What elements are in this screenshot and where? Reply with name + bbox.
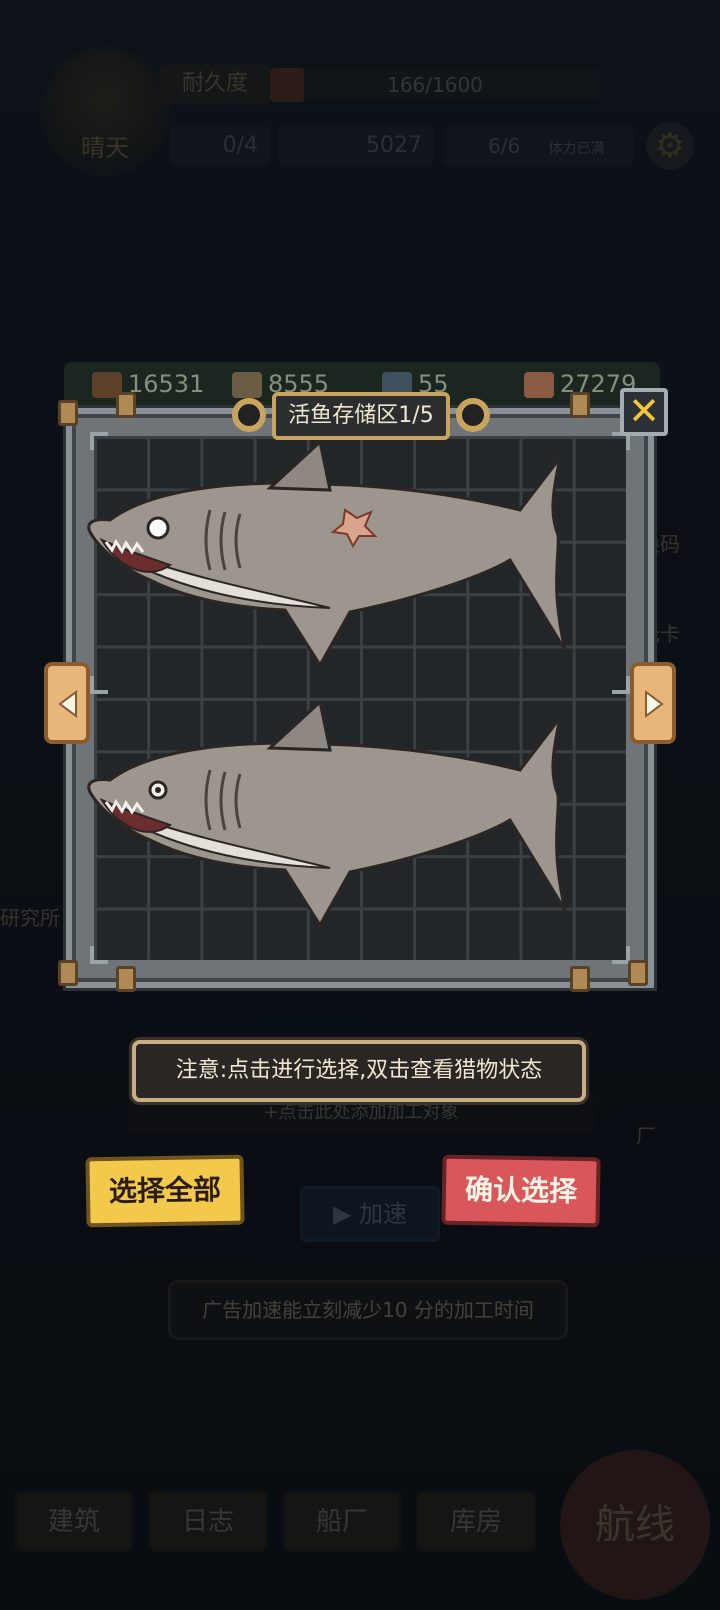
- durability-label: 耐久度: [160, 64, 270, 104]
- hammer-count: 0/4: [222, 133, 258, 158]
- wood-resource: 16531: [92, 362, 204, 406]
- storage-title: 活鱼存储区1/5: [272, 392, 450, 440]
- chevron-left-icon: [58, 690, 77, 718]
- close-button[interactable]: ✕: [620, 388, 668, 436]
- shark-1[interactable]: [80, 440, 580, 676]
- next-page-button[interactable]: [630, 662, 676, 744]
- title-ring-right: [456, 398, 490, 432]
- frame-corner: [90, 676, 108, 694]
- wood-count: 16531: [128, 370, 205, 398]
- frame-corner: [612, 676, 630, 694]
- nav-warehouse[interactable]: 库房: [416, 1490, 536, 1552]
- meat-icon: [524, 372, 554, 398]
- speed-up-label: 加速: [359, 1200, 408, 1228]
- food-icon: [232, 372, 262, 398]
- ad-speed-hint: 广告加速能立刻减少10 分的加工时间: [168, 1280, 568, 1340]
- durability-bar: 166/1600: [270, 68, 600, 102]
- shark-2[interactable]: [80, 700, 580, 936]
- selection-notice: 注意:点击进行选择,双击查看猎物状态: [132, 1040, 586, 1102]
- select-all-button[interactable]: 选择全部: [85, 1154, 245, 1228]
- frame-bolt: [116, 966, 136, 992]
- frame-bolt: [116, 392, 136, 418]
- frame-bolt: [58, 960, 78, 986]
- weather-label: 晴天: [81, 134, 129, 162]
- coin-counter: 5027: [278, 126, 434, 166]
- factory-label: 厂: [636, 1124, 656, 1148]
- frame-bolt: [58, 400, 78, 426]
- energy-count: 6/6: [488, 134, 521, 158]
- bottom-nav: 建筑 日志 船厂 库房 航线: [0, 1450, 720, 1610]
- hammer-counter: 0/4: [170, 126, 270, 166]
- nav-log[interactable]: 日志: [148, 1490, 268, 1552]
- top-hud: 晴天 耐久度 166/1600 0/4 5027 6/6 体力已满 ⚙: [0, 0, 720, 190]
- frame-bolt: [570, 966, 590, 992]
- durability-value: 166/1600: [387, 73, 483, 97]
- settings-gear-icon[interactable]: ⚙: [646, 122, 694, 170]
- energy-status: 体力已满: [548, 141, 605, 157]
- frame-corner: [90, 946, 108, 964]
- nav-route[interactable]: 航线: [560, 1450, 710, 1600]
- nav-build[interactable]: 建筑: [14, 1490, 134, 1552]
- coin-count: 5027: [366, 133, 422, 158]
- energy-counter: 6/6 体力已满: [444, 126, 634, 166]
- nav-shipyard[interactable]: 船厂: [282, 1490, 402, 1552]
- video-icon: ▶: [332, 1200, 352, 1228]
- frame-bolt: [570, 392, 590, 418]
- close-icon: ✕: [628, 389, 660, 433]
- confirm-selection-button[interactable]: 确认选择: [441, 1154, 601, 1228]
- speed-up-button[interactable]: ▶ 加速: [300, 1186, 440, 1242]
- research-label: 研究所: [0, 906, 60, 930]
- title-ring-left: [232, 398, 266, 432]
- chevron-right-icon: [645, 690, 664, 718]
- frame-bolt: [628, 960, 648, 986]
